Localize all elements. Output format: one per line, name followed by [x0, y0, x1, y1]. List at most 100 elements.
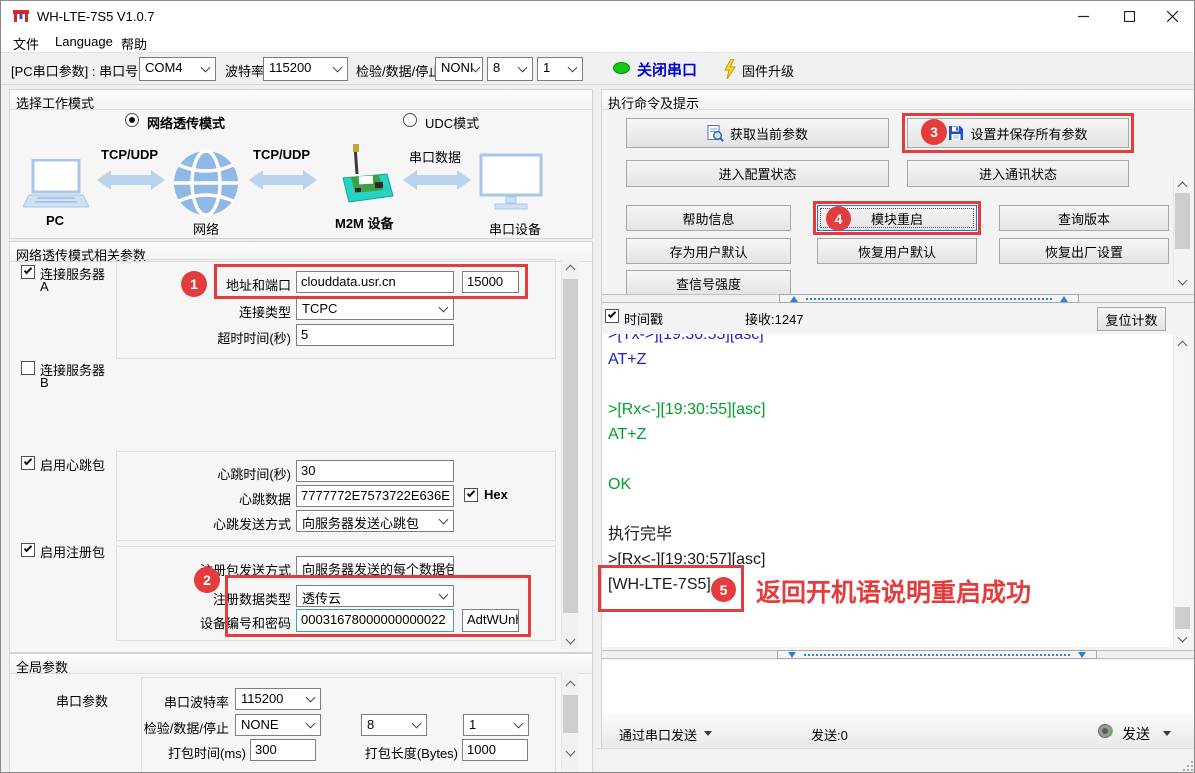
reset-count-button[interactable]: 复位计数 [1097, 307, 1166, 331]
transparent-mode-label[interactable]: 网络透传模式 [147, 113, 225, 132]
log-line: OK [608, 472, 1173, 497]
maximize-button[interactable] [1106, 1, 1152, 31]
g-baud-select[interactable]: 115200 [235, 688, 321, 710]
restore-user-default-button[interactable]: 恢复用户默认 [817, 238, 977, 264]
scroll-down-button[interactable] [1174, 274, 1191, 290]
timeout-input[interactable]: 5 [296, 324, 454, 346]
hex-checkbox[interactable] [464, 488, 478, 502]
conn-type-label: 连接类型 [171, 302, 291, 321]
send-button[interactable]: 发送 [1122, 724, 1150, 744]
chevron-down-icon [518, 63, 528, 73]
arrow-left-right-icon [403, 169, 471, 191]
net-params-scrollbar[interactable] [561, 259, 579, 649]
server-a-checkbox[interactable] [21, 265, 35, 279]
get-params-button[interactable]: 获取当前参数 [626, 118, 889, 148]
diagram-m2m-label: M2M 设备 [335, 213, 394, 232]
commands-scrollbar[interactable] [1173, 176, 1191, 290]
scrollbar-thumb[interactable] [1175, 607, 1190, 629]
register-checkbox[interactable] [21, 543, 35, 557]
reg-type-value: 透传云 [302, 591, 341, 606]
heartbeat-checkbox[interactable] [21, 456, 35, 470]
floppy-save-icon [948, 125, 964, 141]
conn-type-select[interactable]: TCPC [296, 298, 454, 320]
log-line [608, 372, 1173, 397]
timeout-label: 超时时间(秒) [171, 328, 291, 347]
save-user-default-button[interactable]: 存为用户默认 [626, 238, 791, 264]
close-button[interactable] [1150, 1, 1195, 31]
enter-config-button[interactable]: 进入配置状态 [626, 160, 889, 187]
g-parity-select[interactable]: NONE [235, 714, 321, 736]
g-databits-select[interactable]: 8 [361, 714, 427, 736]
horizontal-splitter[interactable] [602, 294, 1194, 303]
g-stopbits-value: 1 [469, 717, 476, 732]
global-params-scrollbar[interactable] [561, 673, 579, 773]
stopbits-select[interactable]: 1 [537, 57, 583, 81]
udc-mode-label[interactable]: UDC模式 [425, 113, 479, 132]
server-address-input[interactable]: clouddata.usr.cn [296, 271, 454, 293]
log-line: >[Rx<-][19:30:55][asc] [608, 397, 1173, 422]
device-id-input[interactable]: 00031678000000000022 [296, 609, 454, 632]
splitter-grip[interactable] [779, 294, 1079, 303]
send-text-area[interactable] [602, 660, 1194, 714]
minimize-button[interactable] [1060, 1, 1106, 31]
server-port-input[interactable]: 15000 [462, 271, 519, 293]
reg-mode-label: 注册包发送方式 [171, 560, 291, 579]
hb-time-input[interactable]: 30 [296, 460, 454, 482]
scrollbar-thumb[interactable] [563, 279, 578, 613]
pack-time-input[interactable]: 300 [250, 739, 316, 761]
enter-comm-button[interactable]: 进入通讯状态 [907, 160, 1129, 187]
chevron-down-icon [566, 634, 576, 644]
menu-help[interactable]: 帮助 [121, 34, 147, 53]
scrollbar-thumb[interactable] [1175, 193, 1190, 249]
resize-grip-icon[interactable] [1181, 759, 1193, 771]
triangle-down-icon [1078, 652, 1086, 658]
timestamp-checkbox[interactable] [605, 309, 619, 323]
transparent-mode-radio[interactable] [125, 113, 139, 127]
log-line: 执行完毕 [608, 522, 1173, 547]
chevron-down-icon [306, 719, 316, 729]
pc-laptop-icon [23, 159, 89, 209]
lightning-icon [723, 59, 737, 79]
scroll-up-button[interactable] [1174, 176, 1191, 192]
scroll-up-button[interactable] [562, 675, 579, 691]
help-info-button[interactable]: 帮助信息 [626, 205, 791, 231]
baud-select[interactable]: 115200 [263, 57, 348, 81]
scroll-up-button[interactable] [1174, 335, 1191, 351]
scroll-up-button[interactable] [562, 259, 579, 275]
horizontal-splitter[interactable] [602, 650, 1194, 659]
send-via-serial-dropdown[interactable]: 通过串口发送 [619, 725, 697, 744]
menu-file[interactable]: 文件 [13, 34, 39, 53]
set-save-params-label: 设置并保存所有参数 [970, 124, 1087, 143]
scroll-down-button[interactable] [562, 745, 579, 761]
scroll-down-button[interactable] [1174, 631, 1191, 647]
pack-len-input[interactable]: 1000 [462, 739, 528, 761]
close-port-button[interactable]: 关闭串口 [637, 59, 697, 80]
splitter-grip[interactable] [777, 650, 1097, 659]
maximize-icon [1124, 11, 1135, 22]
com-port-select[interactable]: COM4 [139, 57, 216, 81]
firmware-upgrade-button[interactable]: 固件升级 [742, 61, 794, 80]
query-version-button[interactable]: 查询版本 [999, 205, 1169, 231]
chevron-down-icon [306, 693, 316, 703]
hb-mode-select[interactable]: 向服务器发送心跳包 [296, 510, 454, 532]
menu-language[interactable]: Language [55, 34, 113, 49]
log-scrollbar[interactable] [1173, 335, 1191, 647]
reg-mode-select[interactable]: 向服务器发送的每个数据包 [296, 556, 454, 578]
g-stopbits-select[interactable]: 1 [463, 714, 529, 736]
databits-select[interactable]: 8 [487, 57, 533, 81]
status-bar [596, 748, 1195, 773]
factory-reset-button[interactable]: 恢复出厂设置 [999, 238, 1169, 264]
device-password-input[interactable]: AdtWUnh [462, 609, 519, 632]
arrow-left-right-icon [249, 169, 317, 191]
parity-select[interactable]: NONI [435, 57, 483, 81]
query-signal-button[interactable]: 查信号强度 [626, 270, 791, 296]
scroll-down-button[interactable] [562, 633, 579, 649]
scrollbar-thumb[interactable] [563, 695, 578, 733]
reg-type-select[interactable]: 透传云 [296, 585, 454, 607]
module-restart-label: 模块重启 [871, 209, 923, 228]
hb-data-input[interactable]: 7777772E7573722E636E [296, 485, 454, 507]
check-icon [467, 489, 475, 497]
diagram-pc-label: PC [46, 213, 64, 228]
server-b-checkbox[interactable] [21, 361, 35, 375]
udc-mode-radio[interactable] [403, 113, 417, 127]
